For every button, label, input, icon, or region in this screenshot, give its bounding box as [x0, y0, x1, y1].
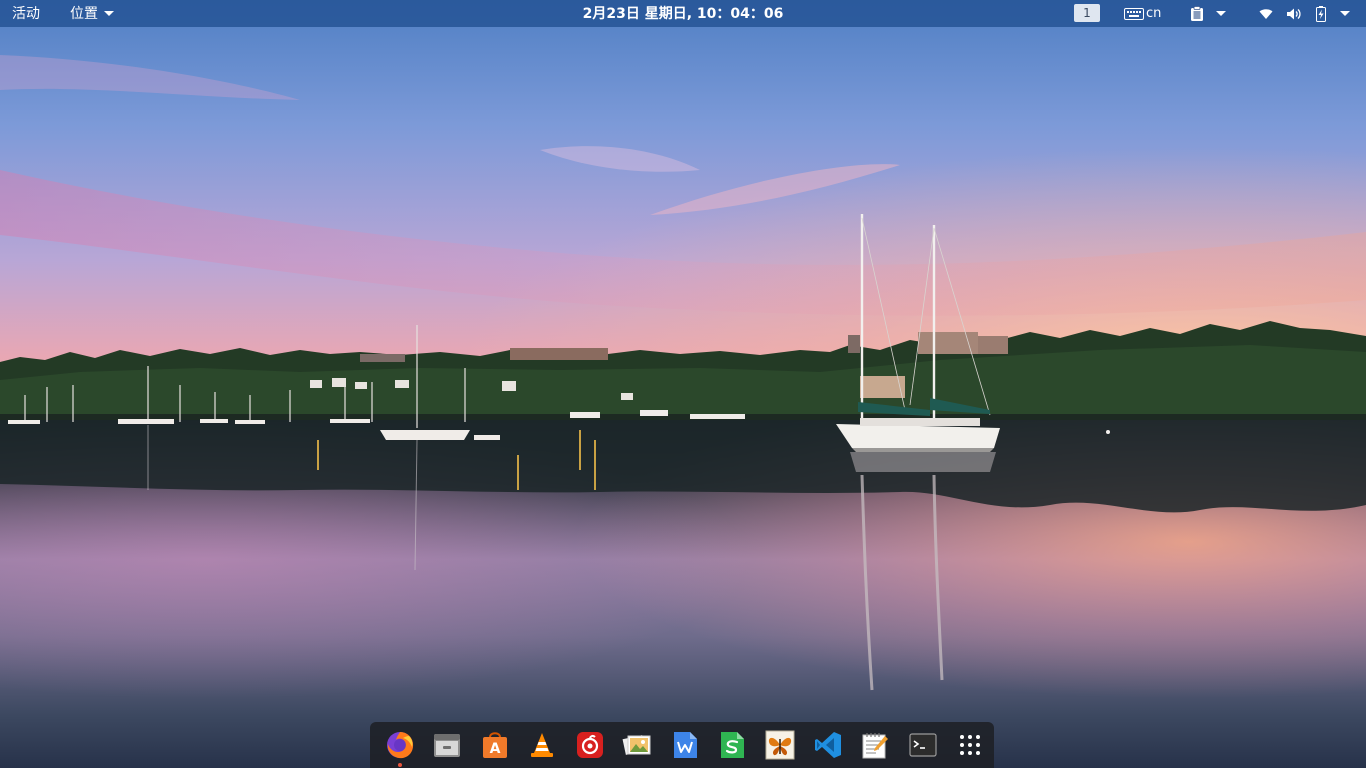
dock-item-netease-music[interactable]: [566, 722, 614, 768]
vlc-icon: [527, 730, 557, 760]
dock-item-software-store[interactable]: A: [471, 722, 519, 768]
places-menu-button[interactable]: 位置: [70, 0, 114, 27]
dock-item-firefox[interactable]: [376, 722, 424, 768]
activities-label: 活动: [12, 5, 40, 22]
text-editor-icon: [860, 730, 890, 760]
svg-text:A: A: [489, 741, 500, 757]
wps-writer-icon: [670, 730, 700, 760]
chevron-down-icon: [1340, 11, 1350, 16]
dock-item-wps-spreadsheets[interactable]: [709, 722, 757, 768]
date-time-button[interactable]: 2月23日 星期日, 10：04：06: [583, 0, 784, 28]
system-menu-button[interactable]: [1340, 0, 1350, 27]
desktop: 活动 位置 2月23日 星期日, 10：04：06 1 cn A: [0, 0, 1366, 768]
dock-item-vscode[interactable]: [804, 722, 852, 768]
firefox-icon: [385, 730, 415, 760]
dock-item-wps-writer[interactable]: [661, 722, 709, 768]
battery-indicator[interactable]: [1316, 0, 1326, 27]
vscode-icon: [813, 730, 843, 760]
keyboard-layout-label: cn: [1146, 5, 1162, 21]
clipboard-indicator[interactable]: [1190, 0, 1204, 27]
terminal-icon: [908, 730, 938, 760]
dock-item-vlc[interactable]: [519, 722, 567, 768]
dock-item-text-editor[interactable]: [851, 722, 899, 768]
dock-item-files[interactable]: [424, 722, 472, 768]
keyboard-icon: [1124, 7, 1144, 20]
volume-indicator[interactable]: [1286, 0, 1302, 27]
dock-item-image-viewer[interactable]: [614, 722, 662, 768]
activities-button[interactable]: 活动: [12, 0, 40, 27]
wifi-icon: [1259, 8, 1273, 19]
dock-item-terminal[interactable]: [899, 722, 947, 768]
running-indicator: [398, 763, 402, 767]
wifi-indicator[interactable]: [1259, 0, 1273, 27]
clipboard-menu-arrow[interactable]: [1216, 0, 1226, 27]
volume-icon: [1287, 8, 1301, 19]
files-icon: [432, 730, 462, 760]
wallpaper-image: [0, 0, 1366, 768]
places-label: 位置: [70, 5, 98, 22]
clipboard-icon: [1191, 5, 1203, 21]
app-grid-icon: [955, 730, 985, 760]
dock-item-butterfly[interactable]: [756, 722, 804, 768]
chevron-down-icon: [1216, 11, 1226, 16]
battery-charging-icon: [1316, 5, 1326, 22]
software-store-icon: A: [480, 730, 510, 760]
workspace-indicator[interactable]: 1: [1074, 4, 1100, 22]
image-viewer-icon: [622, 730, 652, 760]
dock: A: [370, 722, 994, 768]
top-bar: 活动 位置 2月23日 星期日, 10：04：06 1 cn: [0, 0, 1366, 27]
netease-music-icon: [575, 730, 605, 760]
workspace-number: 1: [1083, 6, 1091, 20]
input-method-indicator[interactable]: cn: [1124, 0, 1161, 27]
chevron-down-icon: [104, 11, 114, 16]
butterfly-icon: [765, 730, 795, 760]
show-applications-button[interactable]: [946, 722, 994, 768]
wps-spreadsheets-icon: [717, 730, 747, 760]
